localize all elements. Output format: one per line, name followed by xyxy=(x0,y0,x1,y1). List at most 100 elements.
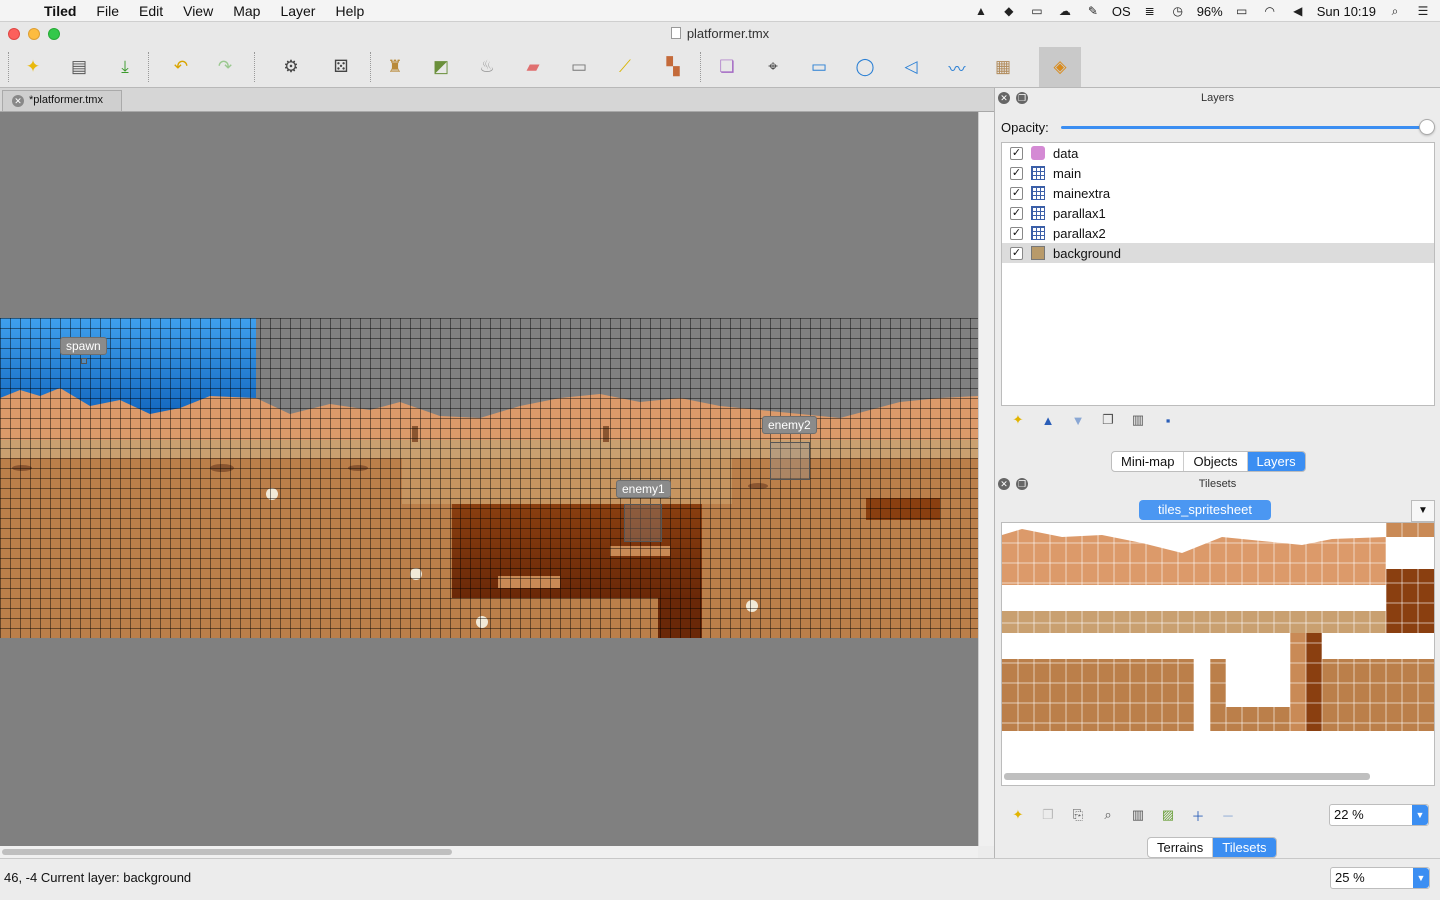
terrain-brush-icon[interactable]: ◩ xyxy=(428,54,454,80)
canvas-vertical-scrollbar[interactable] xyxy=(978,112,994,846)
float-panel-icon[interactable]: ❐ xyxy=(1016,478,1028,490)
delete-tileset-icon[interactable]: ▥ xyxy=(1127,805,1149,825)
enemy2-object[interactable] xyxy=(770,442,810,480)
insert-polygon-icon[interactable]: ◁ xyxy=(898,54,924,80)
tab-layers[interactable]: Layers xyxy=(1247,452,1305,471)
map-canvas[interactable]: spawn enemy1 enemy2 xyxy=(0,112,978,846)
enemy1-object[interactable] xyxy=(624,504,662,542)
edit-polygons-icon[interactable]: ⌖ xyxy=(760,54,786,80)
spawn-object-label[interactable]: spawn xyxy=(60,337,107,355)
window-close-button[interactable] xyxy=(8,28,20,40)
tileset-zoom-select[interactable]: 22 % ▼ xyxy=(1329,804,1429,826)
tab-terrains[interactable]: Terrains xyxy=(1148,838,1214,857)
redo-icon[interactable]: ↷ xyxy=(212,54,238,80)
tileset-view[interactable] xyxy=(1001,522,1435,786)
tab-mini-map[interactable]: Mini-map xyxy=(1112,452,1185,471)
layer-row-main[interactable]: ✓ main xyxy=(1002,163,1434,183)
canvas-scroll-thumb[interactable] xyxy=(2,849,452,855)
notification-center-icon[interactable]: ☰ xyxy=(1414,4,1432,18)
tileset-menu-dropdown[interactable]: ▼ xyxy=(1411,500,1435,522)
evernote-icon[interactable]: ✎ xyxy=(1084,4,1102,18)
insert-polyline-icon[interactable]: 〰 xyxy=(944,54,970,80)
layer-visibility-checkbox[interactable]: ✓ xyxy=(1010,146,1023,160)
menu-app-name[interactable]: Tiled xyxy=(40,3,86,19)
show-hide-other-layers-icon[interactable]: ▪ xyxy=(1157,410,1179,430)
rect-select-icon[interactable]: ▭ xyxy=(566,54,592,80)
tileset-properties-icon[interactable]: ⌕ xyxy=(1097,805,1119,825)
menu-clock[interactable]: Sun 10:19 xyxy=(1317,4,1376,19)
menu-file[interactable]: File xyxy=(86,3,129,19)
close-tab-icon[interactable]: ✕ xyxy=(12,95,24,107)
menu-map[interactable]: Map xyxy=(223,3,270,19)
menu-help[interactable]: Help xyxy=(325,3,374,19)
tileset-tab[interactable]: tiles_spritesheet xyxy=(1139,500,1271,520)
os-status-label[interactable]: OS xyxy=(1112,4,1131,19)
undo-icon[interactable]: ↶ xyxy=(168,54,194,80)
insert-tile-icon[interactable]: ▦ xyxy=(990,54,1016,80)
enemy1-object-label[interactable]: enemy1 xyxy=(616,480,671,498)
layer-row-data[interactable]: ✓ data xyxy=(1002,143,1434,163)
drive-icon[interactable]: ▲ xyxy=(972,4,990,18)
battery-icon[interactable]: ▭ xyxy=(1233,4,1251,18)
layer-visibility-checkbox[interactable]: ✓ xyxy=(1010,186,1023,200)
time-machine-icon[interactable]: ◷ xyxy=(1169,4,1187,18)
monitor-icon[interactable]: ▭ xyxy=(1028,4,1046,18)
window-zoom-button[interactable] xyxy=(48,28,60,40)
dropbox-icon[interactable]: ◆ xyxy=(1000,4,1018,18)
select-same-tile-icon[interactable]: ▚ xyxy=(660,54,686,80)
import-tileset-icon[interactable]: ❐ xyxy=(1037,805,1059,825)
layer-row-parallax1[interactable]: ✓ parallax1 xyxy=(1002,203,1434,223)
menu-layer[interactable]: Layer xyxy=(270,3,325,19)
menu-edit[interactable]: Edit xyxy=(129,3,173,19)
creative-cloud-icon[interactable]: ☁ xyxy=(1056,4,1074,18)
map-area[interactable]: spawn enemy1 enemy2 xyxy=(0,318,978,638)
canvas-horizontal-scrollbar[interactable] xyxy=(0,846,978,858)
menu-extras-icon[interactable]: ≣ xyxy=(1141,4,1159,18)
enemy2-object-label[interactable]: enemy2 xyxy=(762,416,817,434)
raise-layer-icon[interactable]: ▲ xyxy=(1037,410,1059,430)
opacity-slider[interactable] xyxy=(1061,126,1427,129)
bucket-fill-icon[interactable]: ♨ xyxy=(474,54,500,80)
insert-text-icon[interactable]: ◈ xyxy=(1039,47,1081,87)
insert-ellipse-icon[interactable]: ◯ xyxy=(852,54,878,80)
window-minimize-button[interactable] xyxy=(28,28,40,40)
duplicate-layer-icon[interactable]: ❐ xyxy=(1097,410,1119,430)
add-tiles-icon[interactable]: ＋ xyxy=(1187,805,1209,825)
spotlight-search-icon[interactable]: ⌕ xyxy=(1386,4,1404,18)
lower-layer-icon[interactable]: ▼ xyxy=(1067,410,1089,430)
new-layer-icon[interactable]: ✦ xyxy=(1007,410,1029,430)
edit-tileset-icon[interactable]: ▨ xyxy=(1157,805,1179,825)
close-panel-icon[interactable]: ✕ xyxy=(998,478,1010,490)
insert-rectangle-icon[interactable]: ▭ xyxy=(806,54,832,80)
select-objects-icon[interactable]: ❏ xyxy=(714,54,740,80)
map-zoom-select[interactable]: 25 % ▼ xyxy=(1330,867,1430,889)
layer-visibility-checkbox[interactable]: ✓ xyxy=(1010,166,1023,180)
layer-visibility-checkbox[interactable]: ✓ xyxy=(1010,206,1023,220)
save-icon[interactable]: ⤓ xyxy=(112,54,138,80)
document-tab[interactable]: ✕ *platformer.tmx xyxy=(2,90,122,111)
eraser-icon[interactable]: ▰ xyxy=(520,54,546,80)
layer-row-parallax2[interactable]: ✓ parallax2 xyxy=(1002,223,1434,243)
export-tileset-icon[interactable]: ⎘ xyxy=(1067,805,1089,825)
tileset-scrollbar[interactable] xyxy=(1004,773,1370,780)
open-file-icon[interactable]: ▤ xyxy=(66,54,92,80)
layer-visibility-checkbox[interactable]: ✓ xyxy=(1010,226,1023,240)
delete-layer-icon[interactable]: ▥ xyxy=(1127,410,1149,430)
new-map-icon[interactable]: ✦ xyxy=(20,54,46,80)
layer-row-mainextra[interactable]: ✓ mainextra xyxy=(1002,183,1434,203)
battery-percent[interactable]: 96% xyxy=(1197,4,1223,19)
menu-view[interactable]: View xyxy=(173,3,223,19)
magic-wand-icon[interactable]: ⟋ xyxy=(612,54,638,80)
tab-objects[interactable]: Objects xyxy=(1184,452,1248,471)
close-panel-icon[interactable]: ✕ xyxy=(998,92,1010,104)
stamp-brush-icon[interactable]: ♜ xyxy=(382,54,408,80)
command-gear-icon[interactable]: ⚙ xyxy=(278,54,304,80)
random-dice-icon[interactable]: ⚄ xyxy=(328,54,354,80)
tab-tilesets[interactable]: Tilesets xyxy=(1213,838,1276,857)
spawn-object[interactable] xyxy=(81,358,87,364)
float-panel-icon[interactable]: ❐ xyxy=(1016,92,1028,104)
layer-row-background[interactable]: ✓ background xyxy=(1002,243,1434,263)
layer-visibility-checkbox[interactable]: ✓ xyxy=(1010,246,1023,260)
remove-tiles-icon[interactable]: － xyxy=(1217,805,1239,825)
opacity-slider-knob[interactable] xyxy=(1419,119,1435,135)
